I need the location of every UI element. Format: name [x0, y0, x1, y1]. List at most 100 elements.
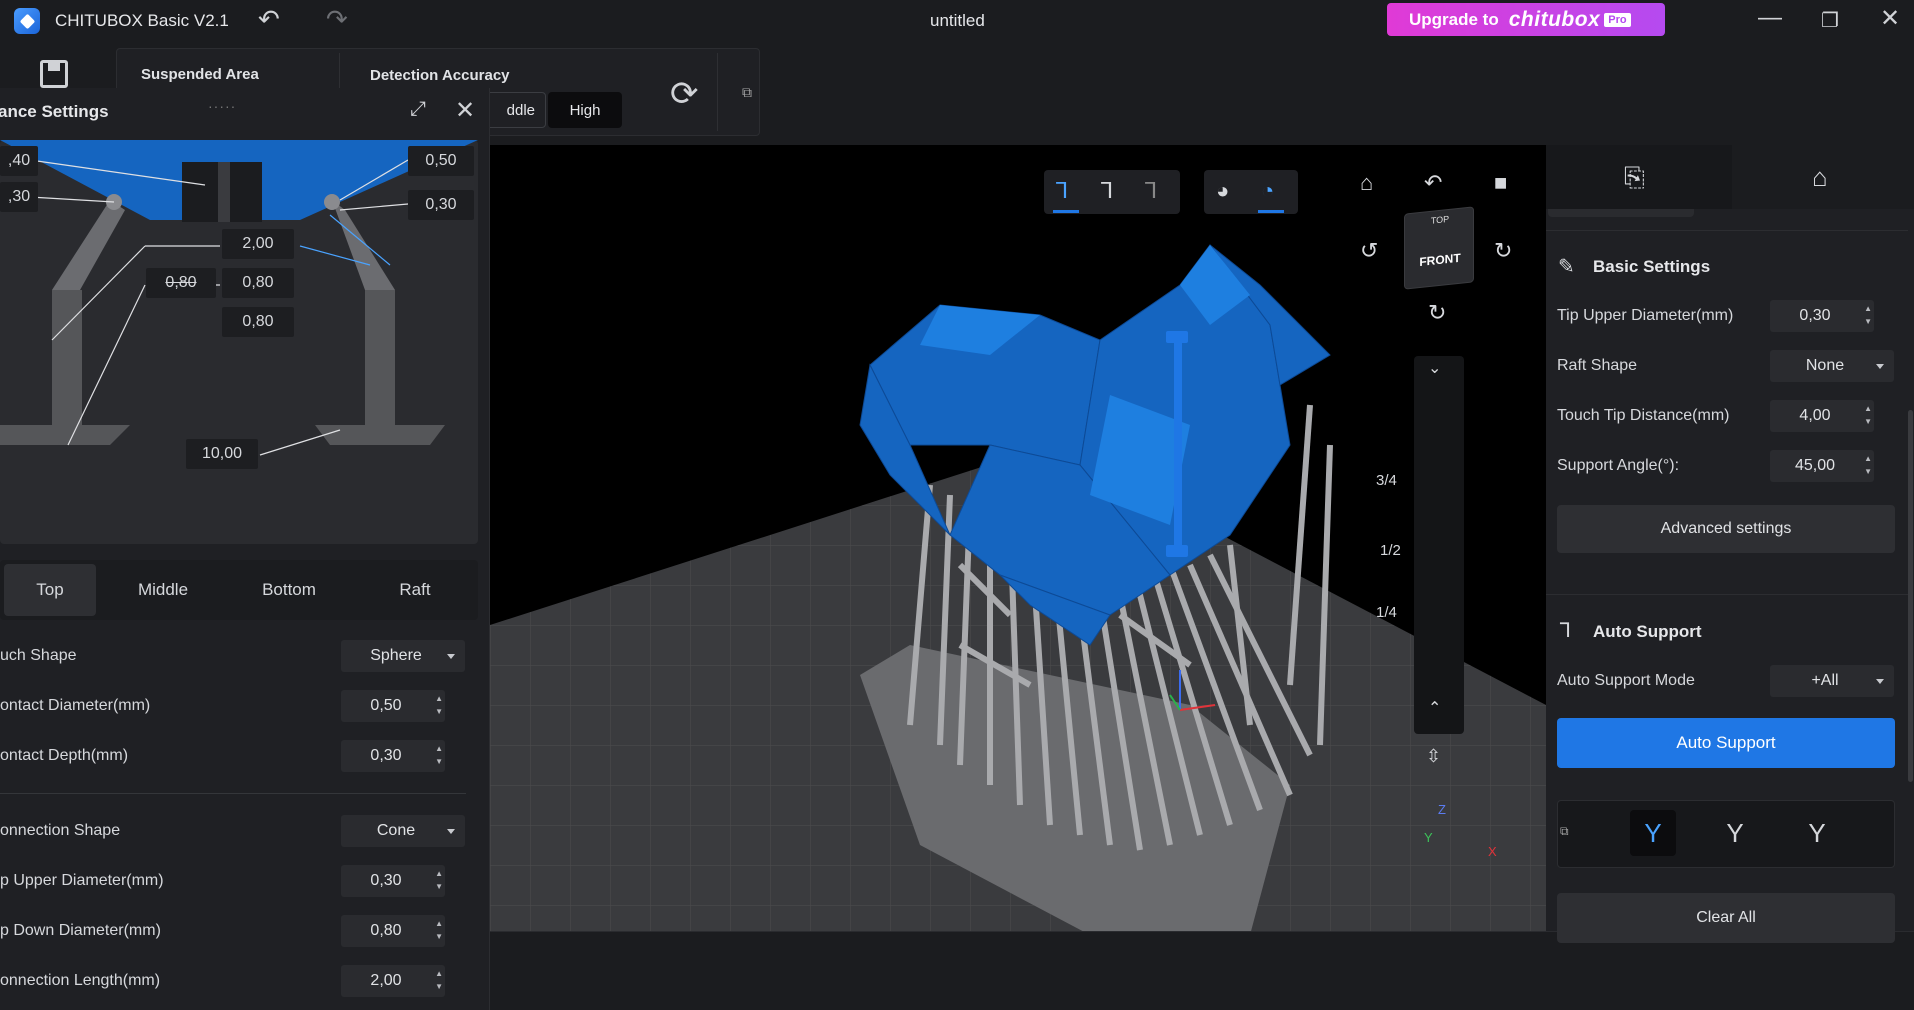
minimize-icon[interactable]: —: [1750, 4, 1790, 32]
upper-diameter-label: p Upper Diameter(mm): [0, 872, 164, 889]
support-part-tabs: Top Middle Bottom Raft: [0, 560, 478, 620]
upper-diameter-field[interactable]: 0,30 ▲ ▼: [341, 865, 445, 897]
print-settings-icon[interactable]: ⌂: [1812, 162, 1828, 193]
select-value: None: [1805, 357, 1845, 374]
connection-shape-label: onnection Shape: [0, 822, 121, 839]
diagram-value: 0,30: [408, 190, 474, 220]
tip-upper-diameter-field[interactable]: 0,30 ▲ ▼: [1770, 300, 1874, 332]
app-logo-icon: [14, 8, 40, 34]
magic-wand-icon: ✎: [1558, 256, 1575, 278]
fit-height-icon[interactable]: ⇳: [1426, 746, 1441, 767]
stepper-icon[interactable]: ▲ ▼: [435, 867, 443, 893]
contact-diameter-label: ontact Diameter(mm): [0, 697, 151, 714]
contact-diameter-field[interactable]: 0,50 ▲ ▼: [341, 690, 445, 722]
raft-shape-label: Raft Shape: [1557, 357, 1638, 374]
slider-mark-1-4: 1/4: [1376, 604, 1397, 621]
edit-support-icon[interactable]: Y: [1794, 810, 1840, 856]
auto-support-button[interactable]: Auto Support: [1557, 718, 1895, 768]
stepper-icon[interactable]: ▲ ▼: [435, 742, 443, 768]
add-support-icon[interactable]: Y: [1630, 810, 1676, 856]
tab-middle[interactable]: Middle: [100, 560, 226, 620]
contact-depth-field[interactable]: 0,30 ▲ ▼: [341, 740, 445, 772]
support-heavy-icon[interactable]: ⅂: [1145, 178, 1157, 204]
chevron-up-icon[interactable]: ⌃: [1428, 698, 1441, 718]
right-cone: [332, 200, 395, 290]
collapse-icon[interactable]: ⧉: [742, 84, 752, 101]
right-base: [315, 425, 445, 445]
3d-viewport[interactable]: [490, 145, 1546, 931]
save-icon[interactable]: [40, 60, 68, 88]
tab-raft[interactable]: Raft: [352, 560, 478, 620]
touch-shape-label: uch Shape: [0, 647, 77, 664]
connection-shape-select[interactable]: Cone: [341, 815, 465, 847]
xray-view-icon[interactable]: ◔: [1261, 178, 1274, 204]
collapse-icon[interactable]: ⧉: [1560, 824, 1569, 839]
tip-upper-diameter-label: Tip Upper Diameter(mm): [1557, 307, 1734, 324]
drag-handle-icon[interactable]: ·····: [208, 98, 236, 114]
stepper-icon[interactable]: ▲ ▼: [1864, 402, 1872, 428]
tab-top[interactable]: Top: [4, 564, 96, 616]
stepper-icon[interactable]: ▲ ▼: [435, 917, 443, 943]
down-diameter-field[interactable]: 0,80 ▲ ▼: [341, 915, 445, 947]
home-view-icon[interactable]: ⌂: [1360, 170, 1373, 196]
diagram-value: 0,80: [222, 307, 294, 337]
upgrade-button[interactable]: Upgrade to chitubox Pro: [1387, 3, 1665, 36]
rotate-down-icon[interactable]: ↻: [1428, 300, 1446, 326]
connection-length-field[interactable]: 2,00 ▲ ▼: [341, 965, 445, 997]
cube-top-label: TOP: [1430, 213, 1450, 226]
panel-handle: [1548, 209, 1694, 217]
slider-mark-1-2: 1/2: [1380, 542, 1401, 559]
scrollbar[interactable]: [1908, 410, 1913, 782]
accuracy-middle-button[interactable]: ddle: [482, 92, 546, 128]
accuracy-high-button[interactable]: High: [548, 92, 622, 128]
solid-view-icon[interactable]: ◕: [1216, 178, 1229, 204]
raft-shape-select[interactable]: None: [1770, 350, 1894, 382]
auto-support-mode-select[interactable]: +All: [1770, 665, 1894, 697]
scene-canvas: [490, 244, 1546, 931]
axis-z-label: Z: [1438, 802, 1446, 817]
support-diagram: ,40 ,30 0,50 0,30 2,00 0,80 0,80 0,80 10…: [0, 140, 478, 544]
refresh-icon[interactable]: ⟳: [670, 74, 699, 114]
diagram-value: 2,00: [222, 229, 294, 259]
field-value: 0,50: [370, 697, 402, 714]
support-light-icon[interactable]: ⅂: [1056, 178, 1068, 204]
touch-shape-select[interactable]: Sphere: [341, 640, 465, 672]
right-pillar: [365, 290, 395, 425]
support-angle-field[interactable]: 45,00 ▲ ▼: [1770, 450, 1874, 482]
axis-y-label: Y: [1424, 830, 1433, 845]
left-base: [0, 425, 130, 445]
field-value: 0,80: [370, 922, 402, 939]
support-branch-icon[interactable]: Y: [1712, 810, 1758, 856]
support-medium-icon[interactable]: ⅂: [1101, 178, 1113, 204]
undo-icon[interactable]: ↶: [258, 4, 280, 35]
restore-icon[interactable]: ❐: [1810, 8, 1850, 33]
iso-view-icon[interactable]: ■: [1494, 170, 1507, 196]
rotate-ccw-icon[interactable]: ↺: [1360, 238, 1378, 264]
advanced-settings-button[interactable]: Advanced settings: [1557, 505, 1895, 553]
right-contact-sphere: [324, 194, 340, 210]
touch-tip-distance-field[interactable]: 4,00 ▲ ▼: [1770, 400, 1874, 432]
chevron-down-icon[interactable]: ⌄: [1428, 358, 1441, 378]
slider-mark-3-4: 3/4: [1376, 472, 1397, 489]
redo-icon[interactable]: ↷: [326, 4, 348, 35]
tab-bottom[interactable]: Bottom: [226, 560, 352, 620]
pro-badge: Pro: [1604, 12, 1631, 27]
stepper-icon[interactable]: ▲ ▼: [1864, 452, 1872, 478]
close-window-icon[interactable]: ✕: [1870, 4, 1910, 33]
support-settings-icon[interactable]: ⎘: [1624, 162, 1645, 194]
stepper-icon[interactable]: ▲ ▼: [435, 967, 443, 993]
stepper-icon[interactable]: ▲ ▼: [1864, 302, 1872, 328]
layer-slider-track[interactable]: [1414, 356, 1464, 734]
rotate-cw-icon[interactable]: ↻: [1494, 238, 1512, 264]
cube-front-label: FRONT: [1419, 250, 1461, 270]
select-value: +All: [1811, 672, 1839, 689]
expand-icon[interactable]: ⤢: [410, 98, 426, 121]
clear-all-button[interactable]: Clear All: [1557, 893, 1895, 943]
stepper-icon[interactable]: ▲ ▼: [435, 692, 443, 718]
rotate-left-icon[interactable]: ↶: [1424, 170, 1442, 196]
detection-accuracy-label: Detection Accuracy: [370, 67, 510, 84]
left-pillar: [52, 290, 82, 425]
support-angle-label: Support Angle(°):: [1557, 457, 1680, 474]
view-cube[interactable]: TOP FRONT: [1404, 206, 1474, 290]
close-icon[interactable]: ✕: [455, 96, 475, 125]
